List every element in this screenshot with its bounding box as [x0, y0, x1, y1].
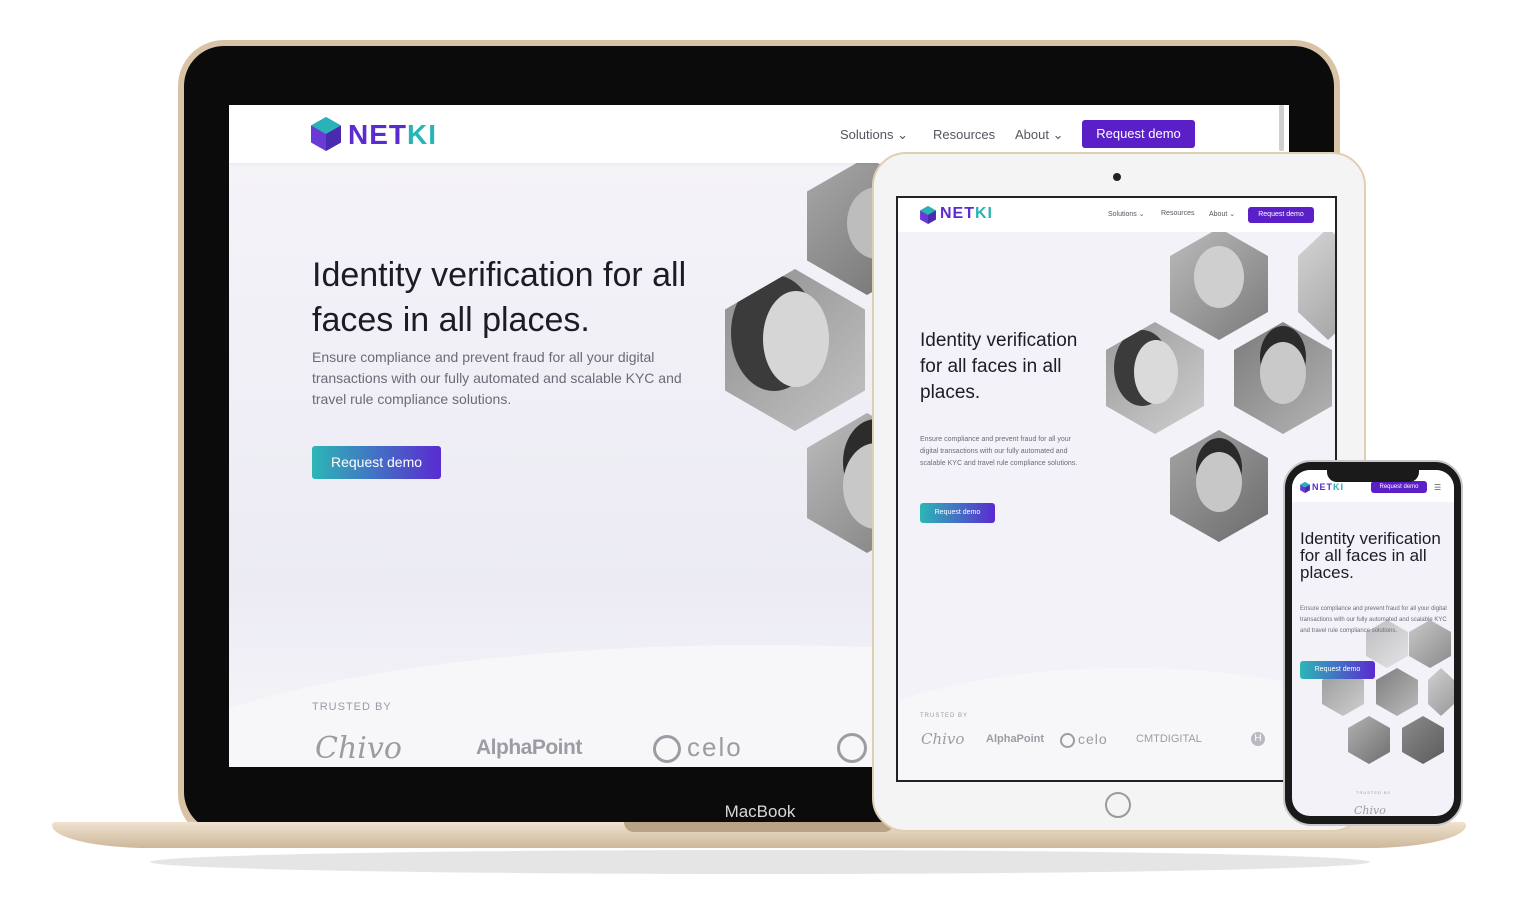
face-woman-image — [1106, 322, 1204, 434]
face-young-man-image — [1376, 668, 1418, 716]
hero-curve — [898, 668, 1335, 780]
nav-about-label: About — [1209, 211, 1228, 218]
brand-celo-text: celo — [687, 732, 743, 762]
iphone-screen: NETKI Request demo ☰ Identity verificati… — [1292, 470, 1454, 816]
brand-alphapoint-logo: AlphaPoint — [986, 733, 1045, 745]
brand-h-logo: H — [1251, 732, 1265, 746]
logo-ki: KI — [407, 119, 437, 150]
nav-resources[interactable]: Resources — [933, 127, 995, 142]
trusted-by-label: TRUSTED BY — [920, 713, 969, 719]
logo-net: NET — [348, 119, 407, 150]
face-elder-image — [1170, 228, 1268, 340]
nav-solutions-label: Solutions — [840, 127, 894, 142]
nav-request-demo-button[interactable]: Request demo — [1082, 120, 1195, 148]
brand-celo-logo: celo — [1060, 731, 1108, 748]
ipad-screen: NETKI Solutions ⌄ Resources About ⌄ Requ… — [896, 196, 1337, 782]
logo-net: NET — [940, 205, 975, 222]
chevron-down-icon: ⌄ — [1229, 211, 1236, 218]
hero-subtext: Ensure compliance and prevent fraud for … — [1300, 606, 1447, 634]
brand-chivo-logo: Chivo — [315, 731, 402, 766]
brand-chivo-logo: Chivo — [1354, 804, 1386, 816]
hero-request-demo-button[interactable]: Request demo — [312, 446, 441, 479]
chevron-down-icon: ⌄ — [1052, 127, 1064, 142]
chevron-down-icon: ⌄ — [897, 127, 909, 142]
ipad-camera — [1113, 173, 1121, 181]
chevron-down-icon: ⌄ — [1138, 211, 1145, 218]
logo-ki: KI — [975, 205, 993, 222]
logo-wordmark[interactable]: NETKI — [348, 119, 437, 151]
top-nav: NETKI Solutions ⌄ Resources About ⌄ Requ… — [898, 198, 1335, 232]
hamburger-menu-icon[interactable]: ☰ — [1434, 483, 1441, 492]
nav-solutions[interactable]: Solutions ⌄ — [840, 127, 908, 143]
iphone-notch — [1327, 468, 1419, 482]
hero-headline: Identity verification for all faces in a… — [1300, 529, 1441, 582]
face-partial-image — [1428, 668, 1454, 716]
logo-wordmark[interactable]: NETKI — [1312, 482, 1344, 492]
trusted-by-label: TRUSTED BY — [1356, 790, 1392, 795]
face-young-man-image — [1234, 322, 1332, 434]
scrollbar[interactable] — [1279, 105, 1284, 151]
hero-headline: Identity verification for all faces in a… — [920, 330, 1078, 403]
trusted-by-label: TRUSTED BY — [312, 701, 392, 713]
face-man-image — [1348, 716, 1390, 764]
brand-celo-text: celo — [1078, 731, 1108, 747]
face-man-2-image — [1402, 716, 1444, 764]
logo-wordmark[interactable]: NETKI — [940, 205, 993, 223]
celo-icon — [1060, 732, 1075, 748]
logo-ki: KI — [1333, 482, 1344, 492]
hero-request-demo-button[interactable]: Request demo — [1300, 661, 1375, 679]
nav-resources[interactable]: Resources — [1161, 210, 1194, 217]
nav-about-label: About — [1015, 127, 1049, 142]
hero-subtext: Ensure compliance and prevent fraud for … — [312, 349, 682, 407]
netki-hexagon-logo-icon[interactable] — [920, 206, 936, 224]
nav-request-demo-button[interactable]: Request demo — [1248, 207, 1314, 223]
ipad-home-button[interactable] — [1105, 792, 1131, 818]
logo-net: NET — [1312, 482, 1333, 492]
nav-request-demo-button[interactable]: Request demo — [1371, 481, 1427, 493]
hero-subtext: Ensure compliance and prevent fraud for … — [920, 436, 1078, 467]
netki-hexagon-logo-icon[interactable] — [311, 117, 341, 151]
macbook-shadow — [150, 850, 1370, 874]
cmt-logo-icon — [837, 733, 867, 763]
brand-chivo-logo: Chivo — [921, 730, 965, 748]
brand-cmtdigital-logo: CMTDIGITAL — [1136, 733, 1202, 745]
nav-about[interactable]: About ⌄ — [1209, 210, 1235, 218]
macbook-label: MacBook — [724, 802, 796, 821]
nav-solutions-label: Solutions — [1108, 211, 1137, 218]
brand-celo-logo: celo — [653, 732, 743, 764]
face-man-image — [1170, 430, 1268, 542]
brand-alphapoint-logo: AlphaPoint — [476, 736, 582, 759]
nav-about[interactable]: About ⌄ — [1015, 127, 1064, 143]
macbook-notch — [624, 822, 894, 832]
netki-hexagon-logo-icon[interactable] — [1300, 482, 1310, 493]
nav-solutions[interactable]: Solutions ⌄ — [1108, 210, 1145, 218]
hero-request-demo-button[interactable]: Request demo — [920, 503, 995, 523]
celo-icon — [653, 735, 681, 764]
hero-headline: Identity verification for all faces in a… — [312, 256, 687, 339]
face-partial-image — [1298, 228, 1335, 340]
